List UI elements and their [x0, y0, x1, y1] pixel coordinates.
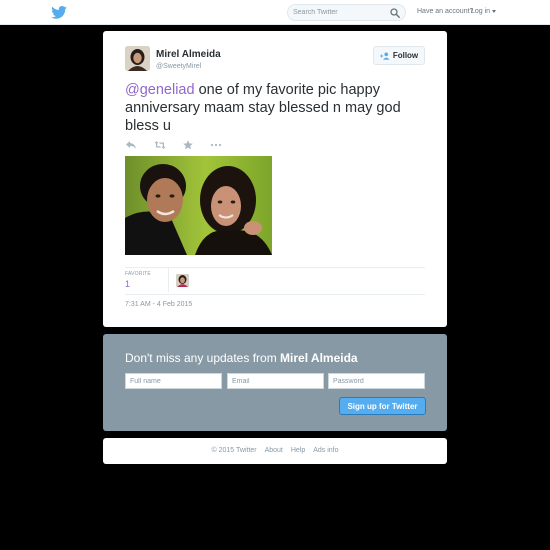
favorite-star-icon[interactable] — [182, 140, 194, 150]
search-icon[interactable] — [390, 8, 400, 18]
signup-heading: Don't miss any updates from Mirel Almeid… — [125, 351, 358, 365]
footer-links: © 2015 Twitter About Help Ads info — [103, 447, 447, 454]
follow-button[interactable]: Follow — [373, 46, 425, 65]
screen-name[interactable]: @SweetyMirel — [156, 63, 201, 70]
fullname-field[interactable] — [125, 373, 222, 389]
tweet-text: @geneliad one of my favorite pic happy a… — [125, 81, 430, 135]
follow-label: Follow — [392, 51, 419, 60]
footer: © 2015 Twitter About Help Ads info — [103, 438, 447, 464]
divider-bottom — [125, 294, 425, 295]
login-dropdown[interactable]: Log in — [471, 8, 497, 15]
signup-heading-prefix: Don't miss any updates from — [125, 351, 281, 365]
login-label[interactable]: Log in — [471, 8, 490, 15]
stats-separator — [168, 268, 169, 292]
tweet-card: Mirel Almeida @SweetyMirel Follow @genel… — [103, 31, 447, 327]
footer-link-help[interactable]: Help — [291, 447, 305, 454]
tweet-timestamp[interactable]: 7:31 AM - 4 Feb 2015 — [125, 301, 192, 308]
retweet-icon[interactable] — [154, 140, 166, 150]
signup-panel: Don't miss any updates from Mirel Almeid… — [103, 334, 447, 431]
favoriter-avatar[interactable] — [176, 274, 189, 287]
footer-copyright: © 2015 Twitter — [211, 447, 257, 454]
password-field[interactable] — [328, 373, 425, 389]
signup-heading-name: Mirel Almeida — [280, 351, 358, 365]
divider-top — [125, 267, 425, 268]
user-avatar[interactable] — [125, 46, 150, 71]
reply-icon[interactable] — [125, 140, 137, 150]
twitter-bird-icon[interactable] — [51, 6, 67, 19]
add-person-icon — [379, 52, 390, 60]
tweet-photo[interactable] — [125, 156, 272, 255]
favorites-count[interactable]: 1 — [125, 279, 130, 289]
account-prompt: Have an account? — [417, 8, 474, 15]
mention-link[interactable]: @geneliad — [125, 82, 195, 98]
footer-link-about[interactable]: About — [265, 447, 283, 454]
caret-down-icon[interactable] — [492, 9, 497, 13]
search-input[interactable] — [293, 6, 385, 19]
footer-link-ads-info[interactable]: Ads info — [313, 447, 338, 454]
display-name[interactable]: Mirel Almeida — [156, 49, 221, 60]
signup-button[interactable]: Sign up for Twitter — [339, 397, 426, 415]
search-box[interactable] — [287, 4, 406, 21]
email-field[interactable] — [227, 373, 324, 389]
favorites-label: FAVORITE — [125, 271, 151, 277]
top-navigation-bar: Have an account? Log in — [0, 0, 550, 25]
more-dots-icon[interactable] — [210, 140, 222, 150]
